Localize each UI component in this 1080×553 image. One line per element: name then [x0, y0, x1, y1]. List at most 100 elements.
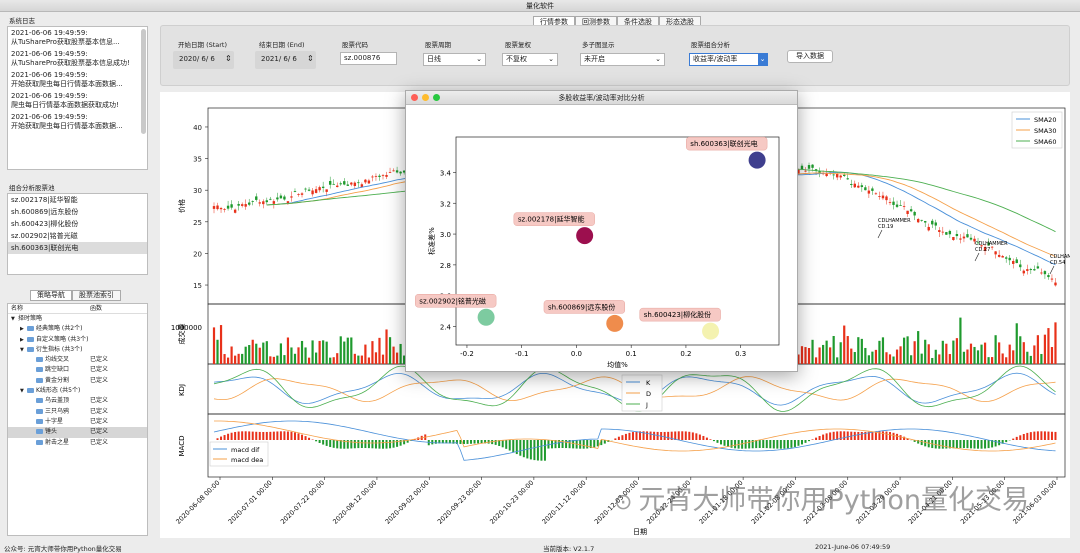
- pool-item[interactable]: sz.002178|延华智能: [8, 194, 147, 206]
- tree-item[interactable]: 黄金分割已定义: [8, 376, 147, 386]
- tree-item[interactable]: ▼择时策略: [8, 314, 147, 324]
- pool-item[interactable]: sh.600869|远东股份: [8, 206, 147, 218]
- volume-bar: [304, 347, 306, 364]
- tree-item-func: 已定义: [90, 365, 108, 375]
- portfolio-label: 股票组合分析: [691, 39, 730, 49]
- volume-bar: [966, 350, 968, 364]
- subplot-select[interactable]: 未开启⌄: [580, 53, 665, 66]
- tree-arrow-icon[interactable]: ▼: [11, 314, 18, 324]
- volume-bar: [970, 344, 972, 364]
- chevron-down-icon: ⌄: [655, 54, 661, 65]
- tree-item[interactable]: 均线交叉已定义: [8, 355, 147, 365]
- tree-item[interactable]: 跳空缺口已定义: [8, 365, 147, 375]
- tree-item[interactable]: ▼K线形态 (共5个): [8, 386, 147, 396]
- tab-strategy-nav[interactable]: 策略导航: [30, 290, 72, 301]
- chevron-down-icon: ⌄: [476, 54, 482, 65]
- strategy-tree[interactable]: 名称函数 ▼择时策略▶经典策略 (共2个)▶自定义策略 (共3个)▼衍生指标 (…: [7, 303, 148, 536]
- scatter-point: [749, 152, 766, 169]
- stock-code-input[interactable]: sz.000876: [340, 52, 397, 65]
- macd-bar: [361, 440, 363, 448]
- tree-item[interactable]: 三只乌鸦已定义: [8, 407, 147, 417]
- tree-item[interactable]: 乌云盖顶已定义: [8, 396, 147, 406]
- volume-bar: [400, 344, 402, 364]
- import-data-button[interactable]: 导入数据: [787, 50, 833, 63]
- macd-bar: [396, 440, 398, 447]
- pool-item[interactable]: sh.600423|柳化股份: [8, 218, 147, 230]
- pool-item[interactable]: sz.002902|铭普光磁: [8, 230, 147, 242]
- candle-body: [1012, 261, 1014, 264]
- macd-bar: [308, 438, 310, 440]
- start-date-stepper-icon[interactable]: ⇕: [225, 54, 232, 63]
- tree-item[interactable]: ▶经典策略 (共2个): [8, 324, 147, 334]
- candle-body: [357, 182, 359, 183]
- macd-bar: [790, 440, 792, 448]
- candle-body: [1030, 269, 1032, 270]
- tree-arrow-icon[interactable]: ▼: [20, 345, 27, 355]
- log-time: 2021-06-06 19:49:59:: [11, 29, 144, 38]
- tree-arrow-icon[interactable]: ▶: [20, 324, 27, 334]
- volume-bar: [868, 355, 870, 364]
- candle-body: [913, 212, 915, 216]
- tree-item[interactable]: 十字星已定义: [8, 417, 147, 427]
- candle-body: [216, 206, 218, 210]
- macd-bar: [280, 431, 282, 440]
- volume-bar: [903, 338, 905, 364]
- macd-bar: [245, 431, 247, 440]
- candle-body: [903, 206, 905, 207]
- adjust-select[interactable]: 不复权⌄: [502, 53, 558, 66]
- stock-pool-list[interactable]: sz.002178|延华智能sh.600869|远东股份sh.600423|柳化…: [7, 193, 148, 275]
- macd-bar: [780, 440, 782, 449]
- portfolio-select[interactable]: 收益率/波动率⌄: [689, 53, 768, 66]
- macd-bar: [731, 440, 733, 448]
- volume-bar: [878, 341, 880, 364]
- period-select[interactable]: 日线⌄: [423, 53, 486, 66]
- volume-bar: [1047, 328, 1049, 364]
- tree-item[interactable]: ▶自定义策略 (共3个): [8, 335, 147, 345]
- volume-bar: [956, 338, 958, 364]
- volume-bar: [896, 350, 898, 364]
- volume-tick-label: 1000000: [171, 324, 202, 332]
- candle-body: [1033, 269, 1035, 270]
- subplot-label: 多子图显示: [582, 39, 615, 49]
- point-label: sz.002902|铭普光磁: [419, 296, 486, 305]
- volume-bar: [977, 350, 979, 364]
- volume-bar: [371, 341, 373, 364]
- volume-bar: [227, 358, 229, 364]
- log-scrollbar[interactable]: [141, 29, 146, 134]
- candle-body: [906, 211, 908, 214]
- macd-bar: [664, 432, 666, 440]
- adjust-label: 股票复权: [505, 39, 531, 49]
- candle-body: [804, 171, 806, 172]
- maximize-icon[interactable]: [433, 94, 440, 101]
- start-date-field[interactable]: 2020/ 6/ 6: [176, 54, 223, 67]
- sma-legend-label: SMA60: [1034, 138, 1056, 146]
- macd-bar: [459, 440, 461, 444]
- tree-arrow-icon[interactable]: ▼: [20, 386, 27, 396]
- volume-bar: [907, 336, 909, 364]
- minimize-icon[interactable]: [422, 94, 429, 101]
- macd-bar: [797, 440, 799, 446]
- macd-bar: [477, 440, 479, 443]
- tab-stock-index[interactable]: 股票池索引: [72, 290, 121, 301]
- volume-bar: [385, 329, 387, 364]
- end-date-stepper-icon[interactable]: ⇕: [307, 54, 314, 63]
- pool-item[interactable]: sh.600363|联创光电: [8, 242, 147, 254]
- end-date-field[interactable]: 2021/ 6/ 6: [258, 54, 305, 67]
- tree-item[interactable]: 锤头已定义: [8, 427, 147, 437]
- macd-bar: [889, 432, 891, 440]
- volume-bar: [1054, 322, 1056, 364]
- macd-bar: [1037, 431, 1039, 440]
- candle-body: [294, 191, 296, 192]
- tree-item-func: 已定义: [90, 407, 108, 417]
- kdj-legend-label: K: [646, 379, 651, 387]
- tree-arrow-icon[interactable]: ▶: [20, 335, 27, 345]
- system-log[interactable]: 2021-06-06 19:49:59:从TuSharePro获取股票基本信息.…: [7, 26, 148, 170]
- macd-bar: [290, 432, 292, 440]
- candle-body: [959, 238, 961, 239]
- tree-item[interactable]: ▼衍生指标 (共3个): [8, 345, 147, 355]
- x-tick-label: 0.0: [571, 350, 582, 358]
- tree-item[interactable]: 射击之星已定义: [8, 438, 147, 448]
- candle-body: [325, 189, 327, 192]
- watermark: ⊙元宵大师带你用Python量化交易: [614, 478, 1029, 517]
- close-icon[interactable]: [411, 94, 418, 101]
